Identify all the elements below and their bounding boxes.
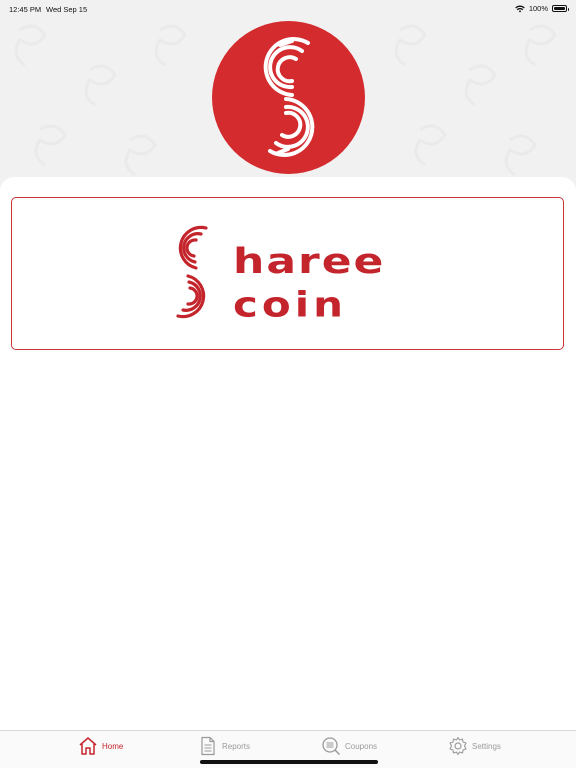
- tab-home[interactable]: Home: [78, 736, 123, 756]
- app-screen: 12:45 PM Wed Sep 15 100% haree coin Home…: [0, 0, 576, 768]
- brand-name-line2: coin: [233, 284, 348, 325]
- tab-reports-label: Reports: [222, 741, 251, 751]
- status-indicators: 100%: [515, 4, 569, 13]
- tab-coupons[interactable]: Coupons: [321, 736, 377, 756]
- status-time: 12:45 PM: [9, 5, 42, 14]
- brand-banner[interactable]: haree coin: [11, 197, 564, 350]
- brand-name-line1: haree: [233, 241, 386, 282]
- tab-settings[interactable]: Settings: [448, 736, 501, 756]
- status-date: Wed Sep 15: [46, 5, 88, 14]
- wifi-icon: [515, 5, 525, 12]
- app-logo: [212, 21, 365, 174]
- status-bar: 12:45 PM Wed Sep 15 100%: [0, 0, 576, 18]
- document-icon: [201, 736, 215, 756]
- house-icon: [79, 737, 97, 755]
- home-indicator: [200, 760, 378, 764]
- tab-coupons-label: Coupons: [345, 741, 378, 751]
- gear-icon: [449, 736, 467, 756]
- tab-settings-label: Settings: [472, 741, 501, 751]
- main-card: haree coin: [0, 177, 576, 768]
- coupon-icon: [322, 737, 341, 756]
- sharee-s-logo-icon: [176, 225, 208, 319]
- battery-percent: 100%: [528, 4, 548, 13]
- sharee-s-logo-icon: [263, 37, 315, 157]
- tab-home-label: Home: [102, 741, 124, 751]
- battery-icon: [552, 5, 569, 12]
- tab-reports[interactable]: Reports: [198, 736, 250, 756]
